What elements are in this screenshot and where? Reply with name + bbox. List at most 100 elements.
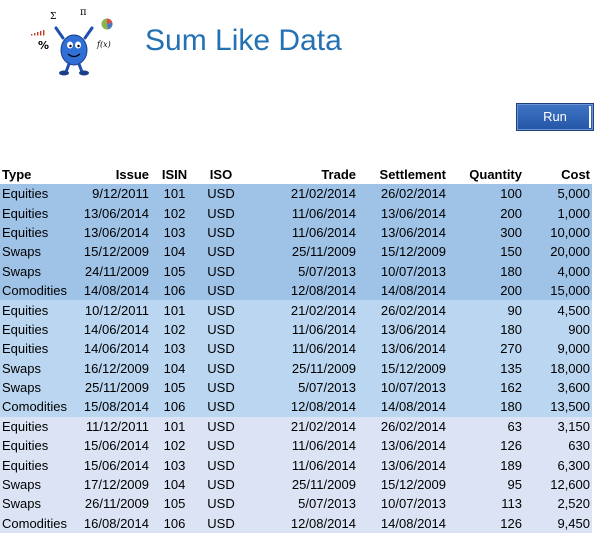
cell-isin[interactable]: 101 — [151, 416, 198, 437]
cell-quantity[interactable]: 200 — [448, 203, 524, 223]
cell-trade[interactable]: 5/07/2013 — [244, 261, 358, 281]
cell-issue[interactable]: 13/06/2014 — [72, 222, 151, 243]
cell-cost[interactable]: 9,000 — [524, 339, 592, 359]
cell-trade[interactable]: 11/06/2014 — [244, 222, 358, 243]
cell-isin[interactable]: 105 — [151, 261, 198, 281]
cell-cost[interactable]: 4,000 — [524, 261, 592, 281]
cell-type[interactable]: Swaps — [0, 494, 72, 514]
cell-type[interactable]: Equities — [0, 436, 72, 456]
run-button[interactable]: Run — [516, 103, 594, 131]
cell-issue[interactable]: 11/12/2011 — [72, 416, 151, 437]
cell-cost[interactable]: 10,000 — [524, 222, 592, 243]
cell-quantity[interactable]: 95 — [448, 474, 524, 495]
cell-iso[interactable]: USD — [198, 377, 244, 398]
cell-quantity[interactable]: 63 — [448, 416, 524, 437]
cell-isin[interactable]: 103 — [151, 339, 198, 359]
cell-trade[interactable]: 21/02/2014 — [244, 416, 358, 437]
cell-cost[interactable]: 3,600 — [524, 377, 592, 398]
cell-iso[interactable]: USD — [198, 339, 244, 359]
cell-issue[interactable]: 25/11/2009 — [72, 377, 151, 398]
cell-isin[interactable]: 101 — [151, 300, 198, 320]
cell-settlement[interactable]: 13/06/2014 — [358, 222, 448, 243]
cell-quantity[interactable]: 126 — [448, 513, 524, 534]
cell-settlement[interactable]: 10/07/2013 — [358, 377, 448, 398]
cell-type[interactable]: Equities — [0, 203, 72, 223]
cell-type[interactable]: Equities — [0, 455, 72, 475]
cell-isin[interactable]: 106 — [151, 280, 198, 301]
cell-iso[interactable]: USD — [198, 436, 244, 456]
cell-iso[interactable]: USD — [198, 222, 244, 243]
cell-cost[interactable]: 6,300 — [524, 455, 592, 475]
cell-type[interactable]: Comodities — [0, 397, 72, 417]
cell-type[interactable]: Swaps — [0, 474, 72, 495]
cell-iso[interactable]: USD — [198, 474, 244, 495]
cell-type[interactable]: Swaps — [0, 377, 72, 398]
cell-iso[interactable]: USD — [198, 184, 244, 204]
cell-type[interactable]: Equities — [0, 339, 72, 359]
cell-issue[interactable]: 15/06/2014 — [72, 455, 151, 475]
cell-isin[interactable]: 102 — [151, 203, 198, 223]
cell-trade[interactable]: 21/02/2014 — [244, 184, 358, 204]
cell-trade[interactable]: 25/11/2009 — [244, 242, 358, 262]
cell-iso[interactable]: USD — [198, 358, 244, 378]
cell-settlement[interactable]: 26/02/2014 — [358, 416, 448, 437]
cell-cost[interactable]: 900 — [524, 319, 592, 340]
cell-iso[interactable]: USD — [198, 494, 244, 514]
cell-issue[interactable]: 10/12/2011 — [72, 300, 151, 320]
cell-cost[interactable]: 1,000 — [524, 203, 592, 223]
cell-issue[interactable]: 14/06/2014 — [72, 339, 151, 359]
cell-cost[interactable]: 5,000 — [524, 184, 592, 204]
cell-type[interactable]: Comodities — [0, 513, 72, 534]
cell-trade[interactable]: 11/06/2014 — [244, 203, 358, 223]
cell-trade[interactable]: 11/06/2014 — [244, 436, 358, 456]
cell-trade[interactable]: 12/08/2014 — [244, 397, 358, 417]
cell-quantity[interactable]: 100 — [448, 184, 524, 204]
cell-cost[interactable]: 2,520 — [524, 494, 592, 514]
cell-trade[interactable]: 5/07/2013 — [244, 377, 358, 398]
cell-quantity[interactable]: 189 — [448, 455, 524, 475]
cell-trade[interactable]: 11/06/2014 — [244, 339, 358, 359]
cell-quantity[interactable]: 162 — [448, 377, 524, 398]
cell-settlement[interactable]: 13/06/2014 — [358, 436, 448, 456]
cell-quantity[interactable]: 126 — [448, 436, 524, 456]
cell-quantity[interactable]: 270 — [448, 339, 524, 359]
cell-isin[interactable]: 105 — [151, 377, 198, 398]
cell-cost[interactable]: 3,150 — [524, 416, 592, 437]
cell-trade[interactable]: 12/08/2014 — [244, 513, 358, 534]
cell-quantity[interactable]: 150 — [448, 242, 524, 262]
cell-isin[interactable]: 103 — [151, 455, 198, 475]
cell-settlement[interactable]: 14/08/2014 — [358, 397, 448, 417]
cell-settlement[interactable]: 13/06/2014 — [358, 455, 448, 475]
cell-trade[interactable]: 5/07/2013 — [244, 494, 358, 514]
cell-settlement[interactable]: 15/12/2009 — [358, 474, 448, 495]
cell-isin[interactable]: 105 — [151, 494, 198, 514]
cell-issue[interactable]: 9/12/2011 — [72, 184, 151, 204]
cell-isin[interactable]: 104 — [151, 358, 198, 378]
cell-type[interactable]: Equities — [0, 222, 72, 243]
cell-cost[interactable]: 12,600 — [524, 474, 592, 495]
cell-issue[interactable]: 14/06/2014 — [72, 319, 151, 340]
cell-settlement[interactable]: 10/07/2013 — [358, 494, 448, 514]
cell-quantity[interactable]: 180 — [448, 319, 524, 340]
cell-issue[interactable]: 13/06/2014 — [72, 203, 151, 223]
cell-iso[interactable]: USD — [198, 280, 244, 301]
cell-iso[interactable]: USD — [198, 261, 244, 281]
cell-isin[interactable]: 102 — [151, 436, 198, 456]
cell-cost[interactable]: 13,500 — [524, 397, 592, 417]
cell-quantity[interactable]: 200 — [448, 280, 524, 301]
cell-issue[interactable]: 26/11/2009 — [72, 494, 151, 514]
cell-cost[interactable]: 630 — [524, 436, 592, 456]
cell-cost[interactable]: 20,000 — [524, 242, 592, 262]
cell-isin[interactable]: 101 — [151, 184, 198, 204]
cell-iso[interactable]: USD — [198, 203, 244, 223]
cell-iso[interactable]: USD — [198, 319, 244, 340]
cell-quantity[interactable]: 300 — [448, 222, 524, 243]
cell-trade[interactable]: 25/11/2009 — [244, 358, 358, 378]
cell-type[interactable]: Swaps — [0, 242, 72, 262]
cell-type[interactable]: Swaps — [0, 358, 72, 378]
cell-isin[interactable]: 102 — [151, 319, 198, 340]
cell-quantity[interactable]: 113 — [448, 494, 524, 514]
cell-trade[interactable]: 21/02/2014 — [244, 300, 358, 320]
cell-settlement[interactable]: 13/06/2014 — [358, 203, 448, 223]
cell-settlement[interactable]: 15/12/2009 — [358, 242, 448, 262]
